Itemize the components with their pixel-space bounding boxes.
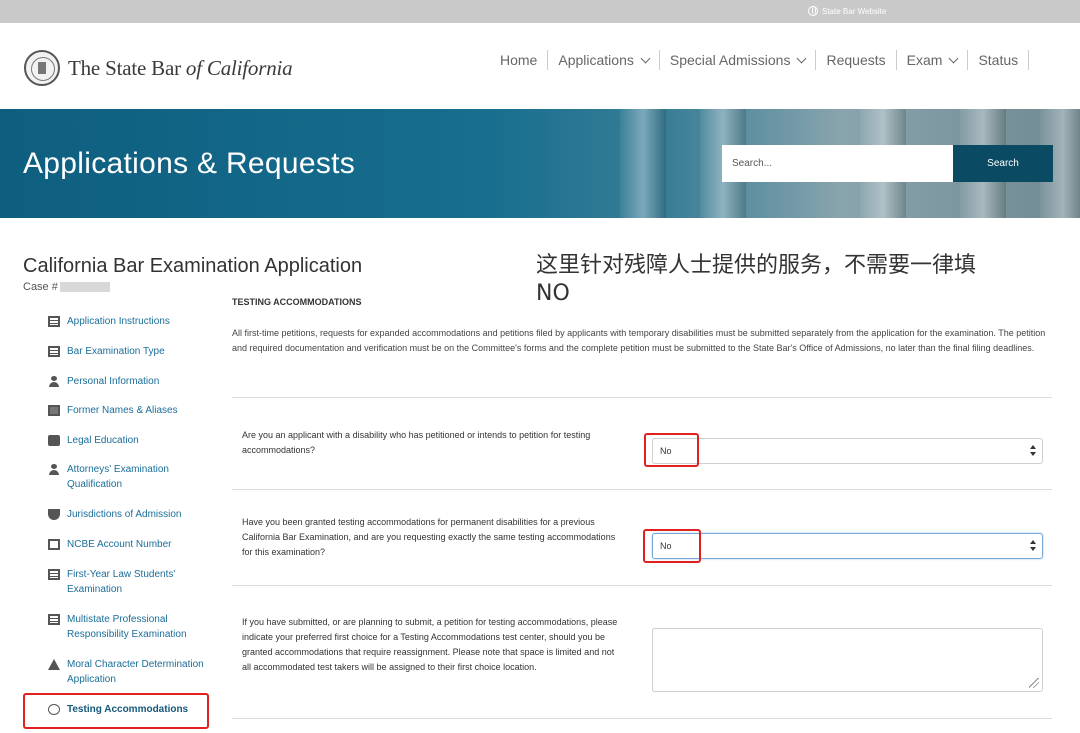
- sidebar-item-label: Former Names & Aliases: [67, 405, 178, 416]
- nav-status-label: Status: [978, 52, 1019, 68]
- sidebar-item-label: Legal Education: [67, 435, 139, 446]
- question-label-previous-accommodations: Have you been granted testing accommodat…: [242, 517, 616, 557]
- sidebar-item-application-instructions[interactable]: Application Instructions: [40, 314, 210, 329]
- annotation-line-2: NO: [536, 281, 570, 306]
- sidebar-item-label: Application Instructions: [67, 316, 170, 327]
- nav-applications-label: Applications: [558, 52, 634, 68]
- highlight-box-answer-2: [643, 529, 701, 563]
- annotation-note: 这里针对残障人士提供的服务，不需要一律填 NO: [536, 252, 1036, 308]
- disability-petition-select[interactable]: No: [652, 438, 1043, 464]
- id-card-icon: [48, 405, 60, 416]
- case-label: Case #: [23, 281, 58, 293]
- utility-bar: State Bar Website: [0, 0, 1080, 23]
- banner-column-decoration: [620, 109, 666, 218]
- question-label-disability: Are you an applicant with a disability w…: [242, 430, 591, 455]
- annotation-line-1: 这里针对残障人士提供的服务，不需要一律填: [536, 253, 977, 278]
- sidebar-item-label: Attorneys' Examination Qualification: [67, 464, 169, 490]
- divider: [232, 489, 1052, 490]
- nav-requests[interactable]: Requests: [816, 50, 897, 70]
- person-icon: [48, 376, 60, 387]
- state-bar-website-link[interactable]: State Bar Website: [808, 6, 886, 16]
- site-header: The State Bar of California Home Applica…: [0, 23, 1080, 109]
- sidebar-item-label: Multistate Professional Responsibility E…: [67, 614, 187, 640]
- edit-document-icon: [48, 614, 60, 625]
- sidebar-item-legal-education[interactable]: Legal Education: [40, 433, 210, 448]
- briefcase-icon: [48, 435, 60, 446]
- chevron-down-icon: [948, 53, 959, 63]
- logo-text-italic: of California: [185, 55, 293, 80]
- banner-title: Applications & Requests: [23, 147, 356, 180]
- sidebar-item-personal-information[interactable]: Personal Information: [40, 374, 210, 389]
- previous-accommodations-select[interactable]: No: [652, 533, 1043, 559]
- sidebar-item-label: NCBE Account Number: [67, 539, 172, 550]
- graduation-cap-icon: [48, 509, 60, 520]
- select-arrows-icon: [1030, 540, 1036, 552]
- logo-wordmark: The State Bar of California: [68, 55, 293, 81]
- search-button[interactable]: Search: [953, 145, 1053, 182]
- hero-banner: Applications & Requests Search: [0, 109, 1080, 218]
- sidebar-item-label: Jurisdictions of Admission: [67, 509, 182, 520]
- test-center-preference-textarea[interactable]: [652, 628, 1043, 692]
- sidebar-item-bar-examination-type[interactable]: Bar Examination Type: [40, 344, 210, 359]
- chevron-down-icon: [640, 53, 651, 63]
- section-title: TESTING ACCOMMODATIONS: [232, 297, 362, 307]
- question-label-test-center: If you have submitted, or are planning t…: [242, 617, 618, 672]
- sidebar-item-attorneys-examination[interactable]: Attorneys' Examination Qualification: [40, 462, 210, 492]
- section-intro: All first-time petitions, requests for e…: [232, 328, 1046, 353]
- nav-requests-label: Requests: [826, 52, 886, 68]
- state-bar-website-label: State Bar Website: [822, 6, 887, 16]
- document-icon: [48, 316, 60, 327]
- warning-icon: [48, 659, 60, 670]
- case-number: Case #: [23, 281, 110, 293]
- nav-special-admissions[interactable]: Special Admissions: [660, 50, 817, 70]
- nav-home-label: Home: [500, 52, 538, 68]
- highlight-box-sidebar: [23, 693, 209, 729]
- sidebar-item-label: Personal Information: [67, 376, 160, 387]
- sidebar-item-ncbe-account[interactable]: NCBE Account Number: [40, 537, 210, 552]
- divider: [232, 718, 1052, 719]
- chevron-down-icon: [797, 53, 807, 63]
- sidebar-item-first-year-law[interactable]: First-Year Law Students' Examination: [40, 567, 210, 597]
- resize-grip-icon[interactable]: [1029, 678, 1039, 688]
- account-card-icon: [48, 539, 60, 550]
- nav-home[interactable]: Home: [490, 50, 549, 70]
- globe-icon: [808, 6, 818, 16]
- sidebar-item-jurisdictions[interactable]: Jurisdictions of Admission: [40, 507, 210, 522]
- sidebar-item-label: Bar Examination Type: [67, 346, 165, 357]
- state-bar-logo[interactable]: The State Bar of California: [24, 50, 293, 86]
- sidebar-item-moral-character[interactable]: Moral Character Determination Applicatio…: [40, 657, 210, 687]
- state-seal-icon: [24, 50, 60, 86]
- sidebar-item-label: First-Year Law Students' Examination: [67, 569, 176, 595]
- nav-applications[interactable]: Applications: [548, 50, 660, 70]
- select-arrows-icon: [1030, 445, 1036, 457]
- sidebar-item-label: Moral Character Determination Applicatio…: [67, 659, 204, 685]
- person-gear-icon: [48, 464, 60, 475]
- edit-document-icon: [48, 569, 60, 580]
- search-input[interactable]: [722, 145, 954, 182]
- sidebar-item-mpre[interactable]: Multistate Professional Responsibility E…: [40, 612, 210, 642]
- nav-special-admissions-label: Special Admissions: [669, 52, 791, 68]
- sidebar-item-former-names[interactable]: Former Names & Aliases: [40, 403, 210, 418]
- page-title: California Bar Examination Application: [23, 255, 363, 277]
- nav-exam-label: Exam: [906, 52, 943, 68]
- logo-text-main: The State Bar: [68, 55, 186, 80]
- divider: [232, 585, 1052, 586]
- nav-status[interactable]: Status: [968, 50, 1030, 70]
- divider: [232, 397, 1052, 398]
- nav-exam[interactable]: Exam: [897, 50, 969, 70]
- case-number-redacted: [59, 282, 110, 293]
- highlight-box-answer-1: [644, 433, 699, 467]
- document-icon: [48, 346, 60, 357]
- main-nav: Home Applications Special Admissions Req…: [490, 50, 1030, 70]
